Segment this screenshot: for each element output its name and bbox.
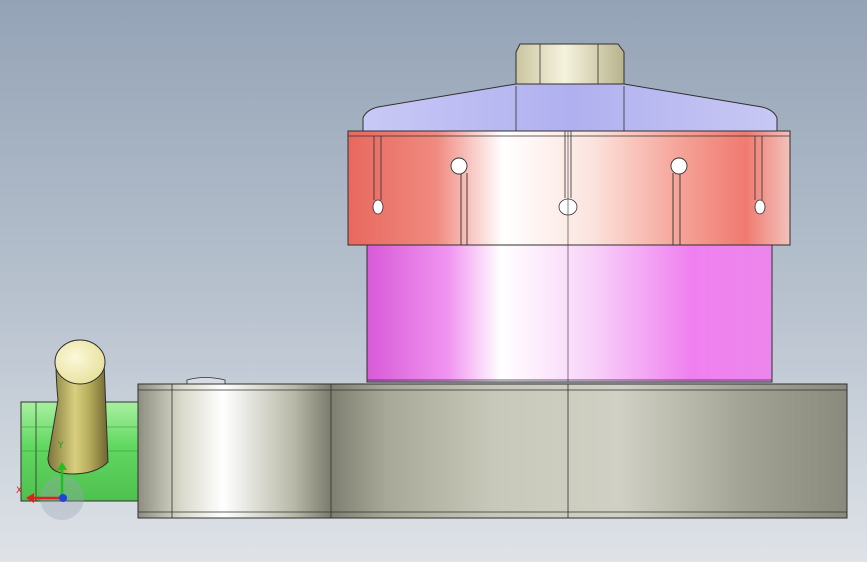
collet-cap[interactable] (362, 83, 778, 132)
hex-nut[interactable] (515, 43, 625, 87)
triad-x-label: X (16, 486, 23, 496)
triad-y-label: Y (58, 441, 64, 451)
graphics-viewport[interactable]: Y X (0, 0, 867, 562)
collet-ring[interactable] (347, 130, 791, 246)
base-plate[interactable] (137, 383, 848, 519)
body-cylinder[interactable] (366, 244, 773, 383)
slot-hole-left (450, 157, 468, 175)
slot-hole-right (670, 157, 688, 175)
clamp-handle[interactable] (47, 339, 109, 475)
screw-head[interactable] (186, 377, 226, 385)
cad-model-scene[interactable] (0, 0, 867, 562)
z-axis-icon (59, 494, 67, 502)
